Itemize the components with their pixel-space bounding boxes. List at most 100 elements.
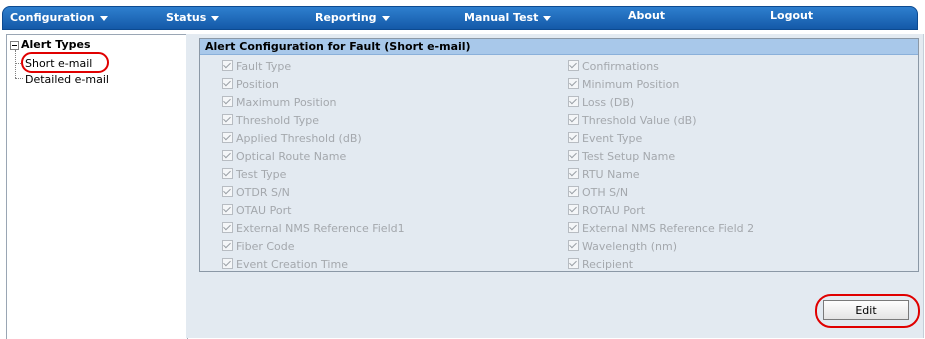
main-content: Alert Configuration for Fault (Short e-m… [186,34,924,338]
field-label: OTH S/N [582,186,629,199]
chevron-down-icon [381,15,390,21]
nav-logout[interactable]: Logout [770,9,813,31]
field-label: Test Setup Name [582,150,676,163]
chevron-down-icon [211,15,220,21]
checkbox[interactable] [222,96,233,107]
chevron-down-icon [99,15,108,21]
field-label: OTAU Port [236,204,292,217]
checkbox[interactable] [222,114,233,125]
field-label: External NMS Reference Field1 [236,222,405,235]
nav-configuration-label: Configuration [10,11,95,24]
field-label: OTDR S/N [236,186,290,199]
field-label: Optical Route Name [236,150,347,163]
checkbox[interactable] [568,114,579,125]
field-label: Threshold Type [236,114,319,127]
nav-manual-test-label: Manual Test [464,11,539,24]
edit-button[interactable]: Edit [823,300,909,320]
field-checkbox-row: Applied Threshold (dB) [222,132,362,145]
field-checkbox-row: External NMS Reference Field 2 [568,222,754,235]
field-checkbox-row: Test Type [222,168,286,181]
checkbox[interactable] [568,186,579,197]
field-label: Event Type [582,132,643,145]
highlight-circle [21,52,109,73]
field-checkbox-row: Optical Route Name [222,150,346,163]
checkbox[interactable] [568,222,579,233]
checkbox[interactable] [222,78,233,89]
field-checkbox-row: Fiber Code [222,240,295,253]
checkbox[interactable] [222,168,233,179]
field-checkbox-row: RTU Name [568,168,640,181]
checkbox[interactable] [222,186,233,197]
field-checkbox-row: ROTAU Port [568,204,645,217]
field-label: Event Creation Time [236,258,348,271]
field-label: Minimum Position [582,78,680,91]
field-checkbox-row: External NMS Reference Field1 [222,222,405,235]
field-label: Confirmations [582,60,659,73]
field-checkbox-row: OTH S/N [568,186,628,199]
field-label: External NMS Reference Field 2 [582,222,755,235]
nav-reporting[interactable]: Reporting [315,7,390,29]
field-checkbox-row: Position [222,78,279,91]
checkbox[interactable] [222,258,233,269]
field-checkbox-row: Confirmations [568,60,659,73]
field-checkbox-row: Test Setup Name [568,150,675,163]
nav-configuration[interactable]: Configuration [10,7,108,29]
field-label: RTU Name [582,168,640,181]
tree-item-detailed-email[interactable]: Detailed e-mail [25,73,109,86]
field-label: Wavelength (nm) [582,240,678,253]
field-checkbox-row: OTAU Port [222,204,291,217]
tree-item-label: Detailed e-mail [25,73,109,86]
tree-connector [15,50,16,78]
field-label: Applied Threshold (dB) [236,132,362,145]
field-checkbox-row: OTDR S/N [222,186,290,199]
checkbox[interactable] [568,150,579,161]
field-label: Recipient [582,258,634,271]
field-checkbox-row: Loss (DB) [568,96,634,109]
nav-status[interactable]: Status [166,7,220,29]
nav-manual-test[interactable]: Manual Test [464,7,552,29]
field-label: Maximum Position [236,96,337,109]
checkbox[interactable] [568,258,579,269]
checkbox[interactable] [568,60,579,71]
checkbox[interactable] [222,204,233,215]
field-checkbox-row: Minimum Position [568,78,679,91]
nav-status-label: Status [166,11,207,24]
field-checkbox-row: Wavelength (nm) [568,240,677,253]
tree-root-alert-types[interactable]: Alert Types [10,38,91,51]
checkbox[interactable] [222,222,233,233]
checkbox[interactable] [568,96,579,107]
field-label: Fiber Code [236,240,295,253]
checkbox[interactable] [568,204,579,215]
field-checkbox-row: Threshold Value (dB) [568,114,697,127]
checkbox[interactable] [222,60,233,71]
field-checkbox-row: Event Creation Time [222,258,348,271]
tree-root-label: Alert Types [21,38,91,51]
field-checkbox-row: Fault Type [222,60,291,73]
collapse-icon[interactable] [10,40,19,50]
nav-reporting-label: Reporting [315,11,377,24]
field-label: Test Type [236,168,287,181]
panel-title: Alert Configuration for Fault (Short e-m… [200,39,918,55]
checkbox[interactable] [568,132,579,143]
nav-about[interactable]: About [628,9,665,31]
field-checkbox-row: Threshold Type [222,114,319,127]
checkbox[interactable] [568,168,579,179]
top-nav-bar: Configuration Status Reporting Manual Te… [2,6,918,30]
nav-logout-label: Logout [770,9,814,22]
nav-about-label: About [628,9,666,22]
field-checkbox-row: Maximum Position [222,96,337,109]
chevron-down-icon [543,15,552,21]
field-checkbox-row: Recipient [568,258,633,271]
checkbox[interactable] [222,132,233,143]
checkbox[interactable] [222,240,233,251]
alert-config-panel: Alert Configuration for Fault (Short e-m… [199,38,919,272]
field-label: ROTAU Port [582,204,646,217]
checkbox[interactable] [568,240,579,251]
field-label: Loss (DB) [582,96,635,109]
checkbox[interactable] [568,78,579,89]
field-label: Fault Type [236,60,292,73]
field-label: Position [236,78,279,91]
tree-connector [15,78,23,79]
checkbox[interactable] [222,150,233,161]
field-label: Threshold Value (dB) [582,114,697,127]
